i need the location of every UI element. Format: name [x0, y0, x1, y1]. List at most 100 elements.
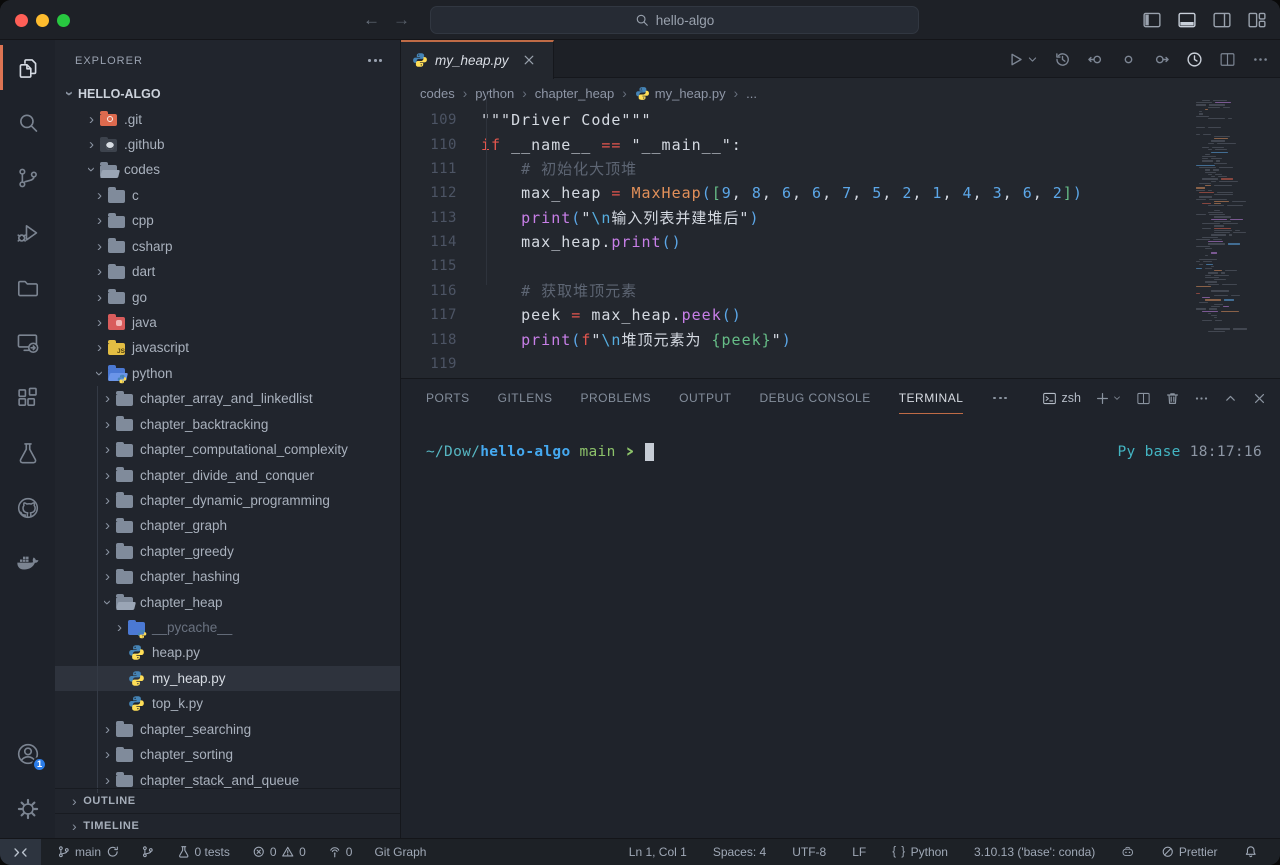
- tree-item-chapter-graph[interactable]: ›chapter_graph: [55, 513, 400, 538]
- status-git-graph[interactable]: Git Graph: [363, 839, 437, 865]
- panel-tab-debug-console[interactable]: DEBUG CONSOLE: [760, 379, 871, 417]
- gitlens-clock-icon[interactable]: [1186, 51, 1203, 68]
- tree-item-chapter-divide-and-conquer[interactable]: ›chapter_divide_and_conquer: [55, 462, 400, 487]
- layout-grid-icon[interactable]: [1247, 10, 1267, 30]
- circle-arrow-right-icon[interactable]: [1153, 51, 1170, 68]
- breadcrumb-chapter-heap[interactable]: chapter_heap: [535, 86, 615, 101]
- tree-item-dart[interactable]: ›dart: [55, 259, 400, 284]
- breadcrumb-codes[interactable]: codes: [420, 86, 455, 101]
- close-window-button[interactable]: [15, 14, 28, 27]
- circle-arrow-left-icon[interactable]: [1087, 51, 1104, 68]
- breadcrumb-python[interactable]: python: [475, 86, 514, 101]
- panel-tab-output[interactable]: OUTPUT: [679, 379, 731, 417]
- panel-tab-terminal[interactable]: TERMINAL: [899, 379, 964, 417]
- tree-item-python[interactable]: ›python: [55, 361, 400, 386]
- tree-item-chapter-array-and-linkedlist[interactable]: ›chapter_array_and_linkedlist: [55, 386, 400, 411]
- tree-item--github[interactable]: ›.github: [55, 132, 400, 157]
- tree-item-chapter-searching[interactable]: ›chapter_searching: [55, 717, 400, 742]
- status-branch-compare[interactable]: [130, 839, 166, 865]
- status-python-interpreter[interactable]: 3.10.13 ('base': conda): [961, 845, 1108, 859]
- panel-tabs-more-icon[interactable]: [993, 397, 1007, 400]
- activity-item-settings[interactable]: [0, 781, 55, 836]
- tree-item-chapter-hashing[interactable]: ›chapter_hashing: [55, 564, 400, 589]
- chevron-down-icon[interactable]: [1112, 393, 1122, 403]
- status-encoding[interactable]: UTF-8: [779, 845, 839, 859]
- breadcrumb--[interactable]: ...: [746, 86, 757, 101]
- status-problems[interactable]: 00: [241, 839, 317, 865]
- minimize-window-button[interactable]: [36, 14, 49, 27]
- tree-item-chapter-greedy[interactable]: ›chapter_greedy: [55, 539, 400, 564]
- split-icon[interactable]: [1136, 391, 1151, 406]
- tree-item-chapter-sorting[interactable]: ›chapter_sorting: [55, 742, 400, 767]
- play-icon[interactable]: [1007, 51, 1024, 68]
- layout-panel-icon[interactable]: [1177, 10, 1197, 30]
- close-icon[interactable]: [1252, 391, 1267, 406]
- code-editor[interactable]: 109"""Driver Code"""110if __name__ == "_…: [401, 108, 1280, 380]
- terminal-content[interactable]: ~/Dow/hello-algomain› Py base 18:17:16: [426, 442, 1262, 461]
- chevron-down-small-icon[interactable]: [1027, 54, 1038, 65]
- tree-item-codes[interactable]: ›codes: [55, 157, 400, 182]
- remote-indicator[interactable]: [0, 839, 41, 865]
- activity-item-remote-explorer[interactable]: [0, 315, 55, 370]
- breadcrumb-my-heap-py[interactable]: my_heap.py: [635, 86, 726, 101]
- activity-item-extensions[interactable]: [0, 370, 55, 425]
- activity-item-explorer[interactable]: [0, 40, 55, 95]
- chevron-up-icon[interactable]: [1223, 391, 1238, 406]
- status-copilot[interactable]: [1108, 845, 1148, 859]
- back-icon[interactable]: ←: [363, 10, 380, 30]
- command-center-search[interactable]: hello-algo: [430, 6, 919, 34]
- tree-item-heap-py[interactable]: ›heap.py: [55, 640, 400, 665]
- split-icon[interactable]: [1219, 51, 1236, 68]
- outline-section[interactable]: ›OUTLINE: [55, 788, 400, 813]
- panel-tab-ports[interactable]: PORTS: [426, 379, 470, 417]
- status-feedback[interactable]: 0: [317, 839, 364, 865]
- tab-my-heap[interactable]: my_heap.py: [401, 40, 554, 79]
- tree-item-javascript[interactable]: ›JSjavascript: [55, 335, 400, 360]
- timeline-section[interactable]: ›TIMELINE: [55, 813, 400, 838]
- trash-icon[interactable]: [1165, 391, 1180, 406]
- activity-item-source-control[interactable]: [0, 150, 55, 205]
- activity-item-search[interactable]: [0, 95, 55, 150]
- tree-item-chapter-dynamic-programming[interactable]: ›chapter_dynamic_programming: [55, 488, 400, 513]
- status-prettier[interactable]: Prettier: [1148, 845, 1231, 859]
- layout-sidebar-right-icon[interactable]: [1212, 10, 1232, 30]
- activity-item-docker[interactable]: [0, 535, 55, 590]
- circle-plain-icon[interactable]: [1120, 51, 1137, 68]
- tree-item-chapter-backtracking[interactable]: ›chapter_backtracking: [55, 411, 400, 436]
- close-tab-icon[interactable]: [521, 52, 537, 68]
- activity-item-github[interactable]: [0, 480, 55, 535]
- status-indentation[interactable]: Spaces: 4: [700, 845, 779, 859]
- status-language-mode[interactable]: { }Python: [879, 845, 961, 859]
- plus-icon[interactable]: [1095, 391, 1110, 406]
- ellipsis-h-icon[interactable]: [1252, 51, 1269, 68]
- layout-sidebar-left-icon[interactable]: [1142, 10, 1162, 30]
- tree-item-my-heap-py[interactable]: ›my_heap.py: [55, 666, 400, 691]
- tree-item-top-k-py[interactable]: ›top_k.py: [55, 691, 400, 716]
- tree-item-hello-algo[interactable]: ›HELLO-ALGO: [55, 81, 400, 106]
- explorer-actions-icon[interactable]: [368, 59, 382, 62]
- tree-item-chapter-heap[interactable]: ›chapter_heap: [55, 589, 400, 614]
- status-tests[interactable]: 0 tests: [166, 839, 241, 865]
- maximize-window-button[interactable]: [57, 14, 70, 27]
- status-eol[interactable]: LF: [839, 845, 879, 859]
- tree-item--git[interactable]: ›.git: [55, 106, 400, 131]
- forward-icon[interactable]: →: [393, 10, 410, 30]
- history-icon[interactable]: [1054, 51, 1071, 68]
- status-git-branch[interactable]: main: [46, 839, 130, 865]
- panel-tab-gitlens[interactable]: GITLENS: [498, 379, 553, 417]
- activity-item-project-manager[interactable]: [0, 260, 55, 315]
- ellipsis-h-icon[interactable]: [1194, 391, 1209, 406]
- panel-tab-problems[interactable]: PROBLEMS: [580, 379, 651, 417]
- activity-item-run-debug[interactable]: [0, 205, 55, 260]
- activity-item-accounts[interactable]: 1: [0, 726, 55, 781]
- tree-item-csharp[interactable]: ›csharp: [55, 234, 400, 259]
- status-notifications[interactable]: [1231, 845, 1271, 859]
- minimap[interactable]: [1194, 100, 1271, 335]
- tree-item-go[interactable]: ›go: [55, 284, 400, 309]
- status-cursor-position[interactable]: Ln 1, Col 1: [616, 845, 700, 859]
- tree-item-chapter-computational-complexity[interactable]: ›chapter_computational_complexity: [55, 437, 400, 462]
- tree-item-c[interactable]: ›c: [55, 183, 400, 208]
- activity-item-testing[interactable]: [0, 425, 55, 480]
- tree-item--pycache-[interactable]: ›__pycache__: [55, 615, 400, 640]
- tree-item-cpp[interactable]: ›cpp: [55, 208, 400, 233]
